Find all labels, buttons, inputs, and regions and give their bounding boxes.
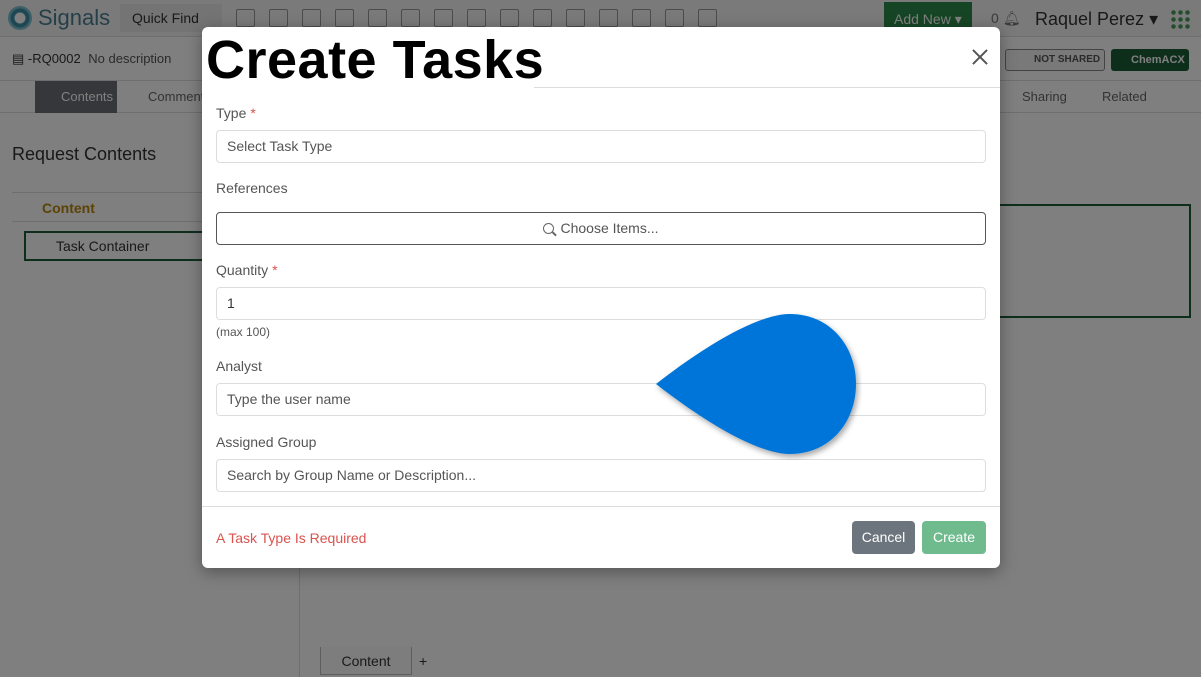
required-marker: * — [250, 105, 256, 121]
type-label: Type * — [216, 105, 256, 121]
create-button[interactable]: Create — [922, 521, 986, 554]
quantity-label-text: Quantity — [216, 262, 269, 278]
close-icon[interactable] — [968, 45, 992, 69]
quantity-label: Quantity * — [216, 262, 278, 278]
assigned-group-label: Assigned Group — [216, 434, 317, 450]
references-label: References — [216, 180, 288, 196]
cancel-button[interactable]: Cancel — [852, 521, 915, 554]
choose-items-button[interactable]: Choose Items... — [216, 212, 986, 245]
choose-items-label: Choose Items... — [560, 220, 659, 236]
required-marker: * — [272, 262, 278, 278]
analyst-input[interactable]: Type the user name — [216, 383, 986, 416]
validation-error: A Task Type Is Required — [216, 530, 367, 546]
task-type-select[interactable]: Select Task Type — [216, 130, 986, 163]
header-divider — [534, 87, 1000, 88]
quantity-input[interactable]: 1 — [216, 287, 986, 320]
dialog-title: Create Tasks — [206, 30, 545, 90]
footer-divider — [202, 506, 1000, 507]
quantity-hint: (max 100) — [216, 325, 271, 339]
assigned-group-input[interactable]: Search by Group Name or Description... — [216, 459, 986, 492]
search-icon — [543, 223, 555, 234]
create-tasks-dialog: Create Tasks Type * Select Task Type Refe… — [202, 27, 1000, 568]
analyst-label: Analyst — [216, 358, 262, 374]
teardrop-marker-icon — [656, 314, 856, 454]
type-label-text: Type — [216, 105, 247, 121]
